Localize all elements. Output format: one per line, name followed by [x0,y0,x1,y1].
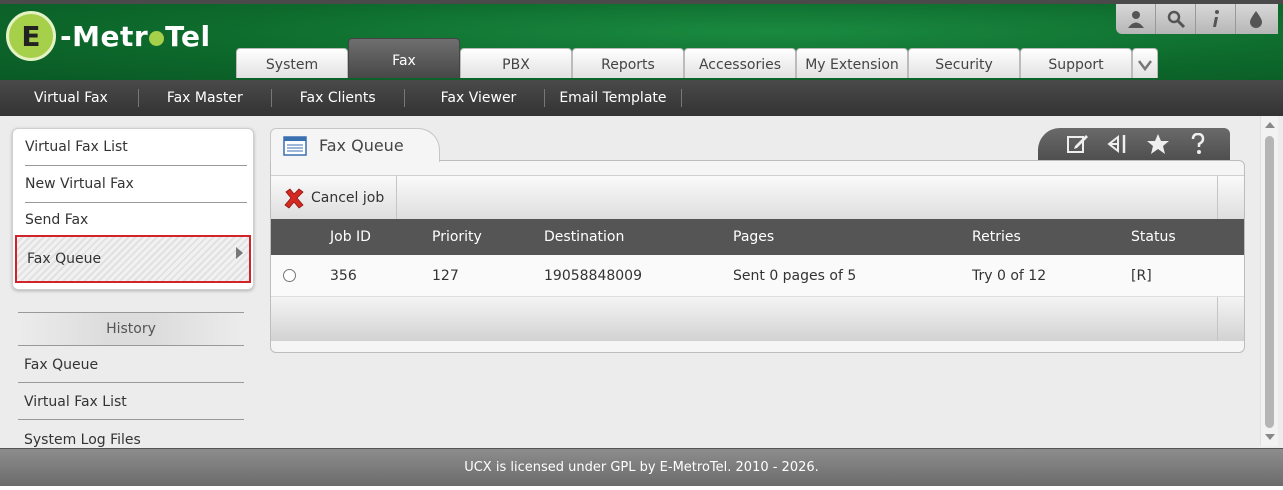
col-job-id: Job ID [330,229,371,245]
sub-nav: Virtual Fax Fax Master Fax Clients Fax V… [0,80,1283,116]
sidebar-item-label: Virtual Fax List [25,139,128,155]
main-content: Fax Queue Cancel job Job ID Priority Des… [262,116,1260,448]
scroll-down-arrow[interactable] [1265,434,1275,440]
logo-letter: E [21,19,41,53]
subnav-virtual-fax[interactable]: Virtual Fax [0,90,138,106]
tab-label: Reports [601,57,655,73]
tab-more[interactable] [1132,48,1158,78]
cancel-job-button[interactable]: Cancel job [271,175,398,220]
tab-label: System [265,57,319,73]
toolbar-divider [1217,176,1218,220]
cell-status: [R] [1131,267,1152,284]
cell-destination: 19058848009 [544,267,642,284]
tab-accessories[interactable]: Accessories [684,48,796,78]
tab-label: My Extension [805,57,899,73]
main-tabs: System Fax PBX Reports Accessories My Ex… [236,38,1158,78]
logo-text: -Metr Tel [60,20,211,53]
header: E -Metr Tel System Fax PBX Reports Access… [0,0,1283,80]
tab-label: PBX [502,57,530,73]
search-icon[interactable] [1156,4,1196,34]
panel-title-tab: Fax Queue [270,128,440,162]
history-item-label: Virtual Fax List [24,393,127,410]
history-header: History [18,312,244,346]
history-item-system-log-files[interactable]: System Log Files [18,422,244,448]
scroll-up-arrow[interactable] [1265,122,1275,128]
tab-label: Fax [392,53,416,69]
header-topline [0,0,1283,4]
history-item-virtual-fax-list[interactable]: Virtual Fax List [18,384,244,420]
logo-circle: E [6,11,56,61]
scroll-thumb[interactable] [1265,136,1274,428]
subnav-fax-viewer[interactable]: Fax Viewer [405,90,545,106]
drop-icon[interactable] [1236,4,1276,34]
logo: E -Metr Tel [6,11,211,61]
sidebar-item-label: New Virtual Fax [25,176,134,192]
sidebar-item-label: Fax Queue [27,251,102,267]
tab-system[interactable]: System [236,48,348,78]
logo-dot [149,30,165,46]
cell-pages: Sent 0 pages of 5 [733,267,857,284]
panel-title: Fax Queue [319,136,404,155]
sidebar-item-label: Send Fax [25,212,89,228]
star-icon[interactable] [1146,133,1170,155]
header-tools [1116,4,1278,34]
row-select-radio[interactable] [283,269,296,282]
tab-label: Security [935,57,993,73]
sidebar-item-new-virtual-fax[interactable]: New Virtual Fax [25,166,247,203]
tab-reports[interactable]: Reports [572,48,684,78]
sidebar-item-fax-queue[interactable]: Fax Queue [15,235,251,283]
footer-divider [1217,297,1218,341]
help-icon[interactable] [1186,133,1210,155]
chevron-down-icon [1138,60,1152,72]
footer-text: UCX is licensed under GPL by E-MetroTel.… [464,460,819,475]
tab-support[interactable]: Support [1020,48,1132,78]
collapse-icon[interactable] [1106,133,1130,155]
col-pages: Pages [733,229,775,245]
cell-priority: 127 [432,267,459,284]
logo-text-b: Tel [165,19,211,53]
tab-label: Accessories [698,57,782,73]
info-icon[interactable] [1196,4,1236,34]
tab-label: Support [1048,57,1104,73]
tab-pbx[interactable]: PBX [460,48,572,78]
bottom-border [0,486,1283,490]
user-icon[interactable] [1116,4,1156,34]
cancel-icon [284,187,304,209]
cell-job-id: 356 [330,267,357,284]
tab-security[interactable]: Security [908,48,1020,78]
subnav-fax-master[interactable]: Fax Master [139,90,271,106]
table-footer [271,297,1244,341]
page-scrollbar[interactable] [1260,116,1278,446]
edit-icon[interactable] [1066,133,1090,155]
list-icon [283,135,307,156]
col-status: Status [1131,229,1176,245]
history-title: History [106,321,156,337]
cell-retries: Try 0 of 12 [972,267,1047,284]
col-destination: Destination [544,229,625,245]
fax-queue-panel: Cancel job Job ID Priority Destination P… [270,160,1245,353]
sidebar-item-send-fax[interactable]: Send Fax [25,203,247,237]
cancel-job-label: Cancel job [311,189,385,206]
tab-fax[interactable]: Fax [348,38,460,78]
history-item-label: Fax Queue [24,356,99,373]
subnav-fax-clients[interactable]: Fax Clients [272,90,404,106]
table-header: Job ID Priority Destination Pages Retrie… [271,219,1244,255]
sidebar: Virtual Fax List New Virtual Fax Send Fa… [0,116,262,448]
panel-tools [1038,128,1230,160]
tab-my-extension[interactable]: My Extension [796,48,908,78]
history-item-fax-queue[interactable]: Fax Queue [18,347,244,383]
logo-text-a: -Metr [60,19,149,53]
subnav-email-template[interactable]: Email Template [545,90,680,106]
sidebar-menu: Virtual Fax List New Virtual Fax Send Fa… [12,128,254,290]
panel-toolbar: Cancel job [271,175,1244,220]
col-priority: Priority [432,229,482,245]
table-row: 356 127 19058848009 Sent 0 pages of 5 Tr… [271,255,1244,297]
page-footer: UCX is licensed under GPL by E-MetroTel.… [0,448,1283,486]
sidebar-item-virtual-fax-list[interactable]: Virtual Fax List [25,129,247,166]
history-item-label: System Log Files [24,432,141,448]
subnav-separator [680,89,682,107]
chevron-right-icon [236,247,243,259]
col-retries: Retries [972,229,1021,245]
